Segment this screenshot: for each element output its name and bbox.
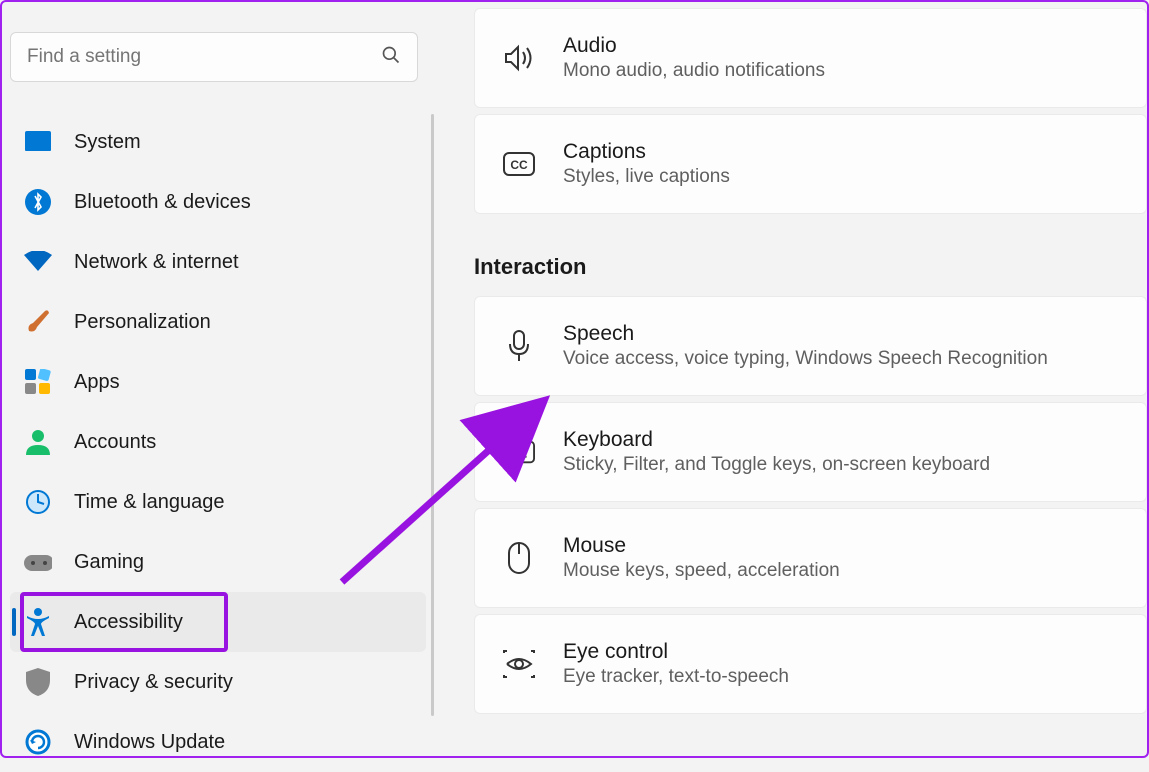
svg-text:CC: CC: [510, 158, 528, 172]
sidebar-item-bluetooth[interactable]: Bluetooth & devices: [10, 172, 426, 232]
section-header-interaction: Interaction: [474, 254, 1147, 280]
nav-list: System Bluetooth & devices Network & int…: [10, 112, 426, 772]
sidebar-item-personalization[interactable]: Personalization: [10, 292, 426, 352]
setting-desc: Eye tracker, text-to-speech: [563, 666, 789, 688]
setting-title: Keyboard: [563, 428, 990, 452]
accessibility-icon: [24, 608, 52, 636]
gamepad-icon: [24, 548, 52, 576]
sidebar-item-label: System: [74, 131, 141, 154]
setting-card-speech[interactable]: Speech Voice access, voice typing, Windo…: [474, 296, 1147, 396]
sidebar-item-label: Personalization: [74, 311, 211, 334]
captions-icon: CC: [503, 148, 535, 180]
sidebar-item-label: Gaming: [74, 551, 144, 574]
setting-desc: Mono audio, audio notifications: [563, 60, 825, 82]
keyboard-icon: [503, 436, 535, 468]
setting-card-captions[interactable]: CC Captions Styles, live captions: [474, 114, 1147, 214]
setting-card-keyboard[interactable]: Keyboard Sticky, Filter, and Toggle keys…: [474, 402, 1147, 502]
setting-title: Audio: [563, 34, 825, 58]
system-icon: [24, 128, 52, 156]
sidebar-item-privacy[interactable]: Privacy & security: [10, 652, 426, 712]
search-input[interactable]: [27, 46, 381, 68]
setting-card-audio[interactable]: Audio Mono audio, audio notifications: [474, 8, 1147, 108]
search-icon: [381, 45, 401, 70]
setting-desc: Styles, live captions: [563, 166, 730, 188]
sidebar-item-gaming[interactable]: Gaming: [10, 532, 426, 592]
update-icon: [24, 728, 52, 756]
wifi-icon: [24, 248, 52, 276]
sidebar-item-accessibility[interactable]: Accessibility: [10, 592, 426, 652]
setting-desc: Voice access, voice typing, Windows Spee…: [563, 348, 1048, 370]
shield-icon: [24, 668, 52, 696]
apps-icon: [24, 368, 52, 396]
setting-card-eye-control[interactable]: Eye control Eye tracker, text-to-speech: [474, 614, 1147, 714]
settings-sidebar: System Bluetooth & devices Network & int…: [2, 2, 434, 756]
person-icon: [24, 428, 52, 456]
mouse-icon: [503, 542, 535, 574]
sidebar-item-time[interactable]: Time & language: [10, 472, 426, 532]
sidebar-scrollbar[interactable]: [431, 114, 434, 716]
eye-icon: [503, 648, 535, 680]
brush-icon: [24, 308, 52, 336]
speaker-icon: [503, 42, 535, 74]
setting-desc: Sticky, Filter, and Toggle keys, on-scre…: [563, 454, 990, 476]
sidebar-item-system[interactable]: System: [10, 112, 426, 172]
sidebar-item-label: Accessibility: [74, 611, 183, 634]
setting-title: Eye control: [563, 640, 789, 664]
sidebar-item-label: Accounts: [74, 431, 156, 454]
sidebar-item-label: Network & internet: [74, 251, 239, 274]
setting-title: Speech: [563, 322, 1048, 346]
setting-title: Captions: [563, 140, 730, 164]
bluetooth-icon: [24, 188, 52, 216]
clock-globe-icon: [24, 488, 52, 516]
setting-desc: Mouse keys, speed, acceleration: [563, 560, 840, 582]
sidebar-item-label: Time & language: [74, 491, 224, 514]
sidebar-item-update[interactable]: Windows Update: [10, 712, 426, 772]
search-box[interactable]: [10, 32, 418, 82]
sidebar-item-network[interactable]: Network & internet: [10, 232, 426, 292]
sidebar-item-label: Privacy & security: [74, 671, 233, 694]
microphone-icon: [503, 330, 535, 362]
sidebar-item-apps[interactable]: Apps: [10, 352, 426, 412]
sidebar-item-label: Bluetooth & devices: [74, 191, 251, 214]
sidebar-item-label: Windows Update: [74, 731, 225, 754]
sidebar-item-label: Apps: [74, 371, 120, 394]
sidebar-item-accounts[interactable]: Accounts: [10, 412, 426, 472]
setting-title: Mouse: [563, 534, 840, 558]
settings-main: Audio Mono audio, audio notifications CC…: [434, 2, 1147, 756]
setting-card-mouse[interactable]: Mouse Mouse keys, speed, acceleration: [474, 508, 1147, 608]
